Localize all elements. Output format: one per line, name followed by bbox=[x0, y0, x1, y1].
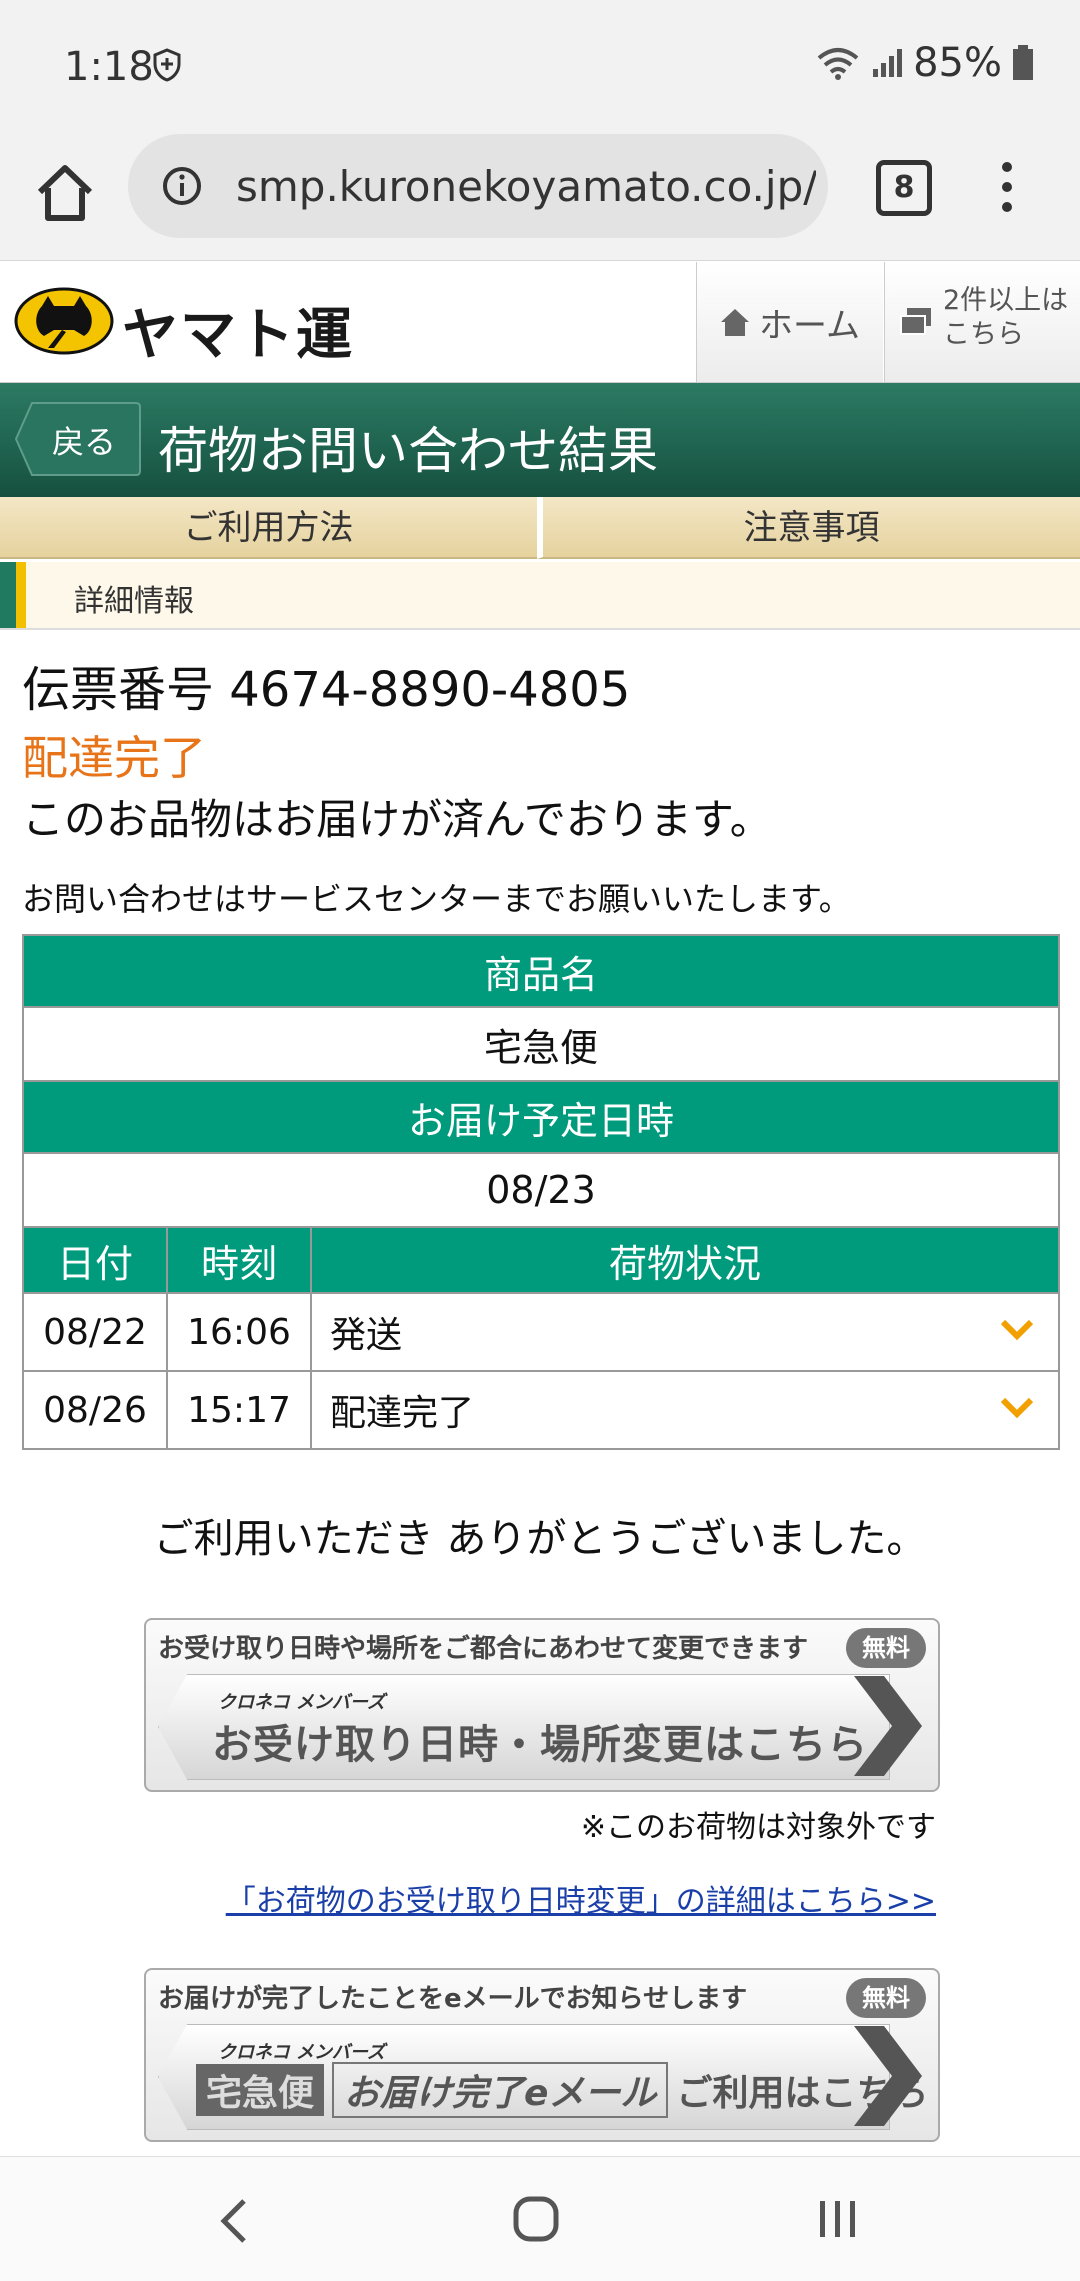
nav-back-icon[interactable] bbox=[214, 2197, 254, 2245]
status-bar: 1:18 85% bbox=[0, 0, 1080, 130]
more-menu-icon[interactable] bbox=[992, 156, 1022, 228]
back-button[interactable]: 戻る bbox=[14, 401, 142, 477]
chevron-down-icon[interactable] bbox=[1000, 1318, 1034, 1342]
address-bar[interactable]: smp.kuronekoyamato.co.jp/ bbox=[128, 134, 828, 238]
row-time: 15:17 bbox=[166, 1370, 312, 1450]
tab-switcher-button[interactable]: 8 bbox=[876, 160, 932, 216]
battery-percent: 85% bbox=[913, 40, 1002, 86]
nav-recent-apps-icon[interactable] bbox=[816, 2197, 860, 2241]
row-time: 16:06 bbox=[166, 1292, 312, 1372]
chevron-right-icon bbox=[854, 2026, 922, 2126]
banner-pill-takkyubin: 宅急便 bbox=[196, 2064, 325, 2116]
house-icon bbox=[721, 309, 749, 336]
status-right: 85% bbox=[815, 40, 1034, 86]
wifi-icon bbox=[817, 48, 859, 80]
tracking-table: 商品名 宅急便 お届け予定日時 08/23 日付 時刻 荷物状況 08/22 1… bbox=[22, 934, 1060, 1450]
header-multiple-label: 2件以上は こちら bbox=[943, 284, 1068, 352]
free-badge: 無料 bbox=[846, 1628, 926, 1668]
free-badge: 無料 bbox=[846, 1978, 926, 2018]
nav-home-icon[interactable] bbox=[512, 2195, 560, 2243]
tabs: ご利用方法 注意事項 bbox=[0, 497, 1080, 559]
contact-message: お問い合わせはサービスセンターまでお願いいたします。 bbox=[22, 880, 851, 918]
table-row[interactable]: 08/26 15:17 配達完了 bbox=[22, 1370, 1060, 1450]
row-date: 08/22 bbox=[22, 1292, 168, 1372]
home-icon[interactable] bbox=[30, 158, 100, 228]
kuroneko-logo-icon bbox=[14, 287, 114, 355]
detail-section-header: 詳細情報 bbox=[0, 562, 1080, 630]
status-message: このお品物はお届けが済んでおります。 bbox=[22, 795, 772, 844]
title-bar: 戻る 荷物お問い合わせ結果 bbox=[0, 383, 1080, 497]
not-applicable-note: ※このお荷物は対象外です bbox=[580, 1810, 936, 1845]
slip-number: 伝票番号 4674-8890-4805 bbox=[22, 662, 631, 718]
back-label: 戻る bbox=[52, 423, 117, 461]
column-header-status: 荷物状況 bbox=[310, 1226, 1060, 1294]
multi-label-line1: 2件以上は bbox=[943, 285, 1069, 316]
tab-how-to-use[interactable]: ご利用方法 bbox=[0, 497, 537, 559]
info-icon[interactable] bbox=[162, 166, 202, 206]
stack-icon bbox=[900, 308, 931, 335]
strip-marker-yellow bbox=[16, 562, 26, 628]
thanks-message: ご利用いただき ありがとうございました。 bbox=[153, 1516, 927, 1562]
system-nav-bar bbox=[0, 2156, 1080, 2281]
battery-icon bbox=[1013, 45, 1033, 80]
browser-toolbar: smp.kuronekoyamato.co.jp/ 8 bbox=[0, 130, 1080, 261]
header-home-label: ホーム bbox=[759, 306, 860, 346]
email-notification-banner[interactable]: お届けが完了したことをeメールでお知らせします 無料 クロネコ メンバーズ 宅急… bbox=[144, 1968, 940, 2142]
row-status: 発送 bbox=[330, 1315, 403, 1356]
banner-brand: クロネコ メンバーズ bbox=[218, 1692, 386, 1713]
column-header-time: 時刻 bbox=[166, 1226, 312, 1294]
header-home-button[interactable]: ホーム bbox=[696, 262, 883, 382]
delivery-status: 配達完了 bbox=[22, 731, 206, 785]
multi-label-line2: こちら bbox=[943, 319, 1024, 350]
signal-icon bbox=[873, 49, 903, 77]
row-status-cell[interactable]: 配達完了 bbox=[310, 1370, 1060, 1450]
chevron-down-icon[interactable] bbox=[1000, 1396, 1034, 1420]
product-value: 宅急便 bbox=[22, 1006, 1060, 1082]
banner-pill-email: お届け完了eメール bbox=[332, 2062, 669, 2118]
detail-label: 詳細情報 bbox=[74, 584, 194, 619]
status-time: 1:18 bbox=[64, 44, 154, 90]
row-status-cell[interactable]: 発送 bbox=[310, 1292, 1060, 1372]
scheduled-header: お届け予定日時 bbox=[22, 1080, 1060, 1154]
page-title: 荷物お問い合わせ結果 bbox=[158, 422, 658, 480]
table-row[interactable]: 08/22 16:06 発送 bbox=[22, 1292, 1060, 1372]
banner-main-text: お受け取り日時・場所変更はこちら bbox=[212, 1722, 868, 1768]
scheduled-value: 08/23 bbox=[22, 1152, 1060, 1228]
site-header: ヤマト運輸 ホーム 2件以上は こちら bbox=[0, 262, 1080, 449]
strip-marker-green bbox=[0, 562, 16, 628]
product-header: 商品名 bbox=[22, 934, 1060, 1008]
tab-notes[interactable]: 注意事項 bbox=[537, 497, 1080, 559]
details-link[interactable]: 「お荷物のお受け取り日時変更」の詳細はこちら>> bbox=[226, 1876, 936, 1920]
chevron-right-icon bbox=[854, 1676, 922, 1776]
banner-caption: お受け取り日時や場所をご都合にあわせて変更できます bbox=[158, 1634, 809, 1664]
header-multiple-button[interactable]: 2件以上は こちら bbox=[884, 262, 1080, 382]
yamato-logo[interactable]: ヤマト運輸 bbox=[14, 282, 394, 449]
shield-icon bbox=[153, 48, 181, 82]
banner-caption: お届けが完了したことをeメールでお知らせします bbox=[158, 1984, 748, 2014]
column-header-date: 日付 bbox=[22, 1226, 168, 1294]
banner-main-text: 宅急便 お届け完了eメール ご利用はこちら bbox=[196, 2062, 928, 2118]
change-delivery-banner[interactable]: お受け取り日時や場所をご都合にあわせて変更できます 無料 クロネコ メンバーズ … bbox=[144, 1618, 940, 1792]
banner-brand: クロネコ メンバーズ bbox=[218, 2042, 386, 2063]
url-text[interactable]: smp.kuronekoyamato.co.jp/ bbox=[236, 162, 816, 211]
row-date: 08/26 bbox=[22, 1370, 168, 1450]
row-status: 配達完了 bbox=[330, 1393, 475, 1434]
